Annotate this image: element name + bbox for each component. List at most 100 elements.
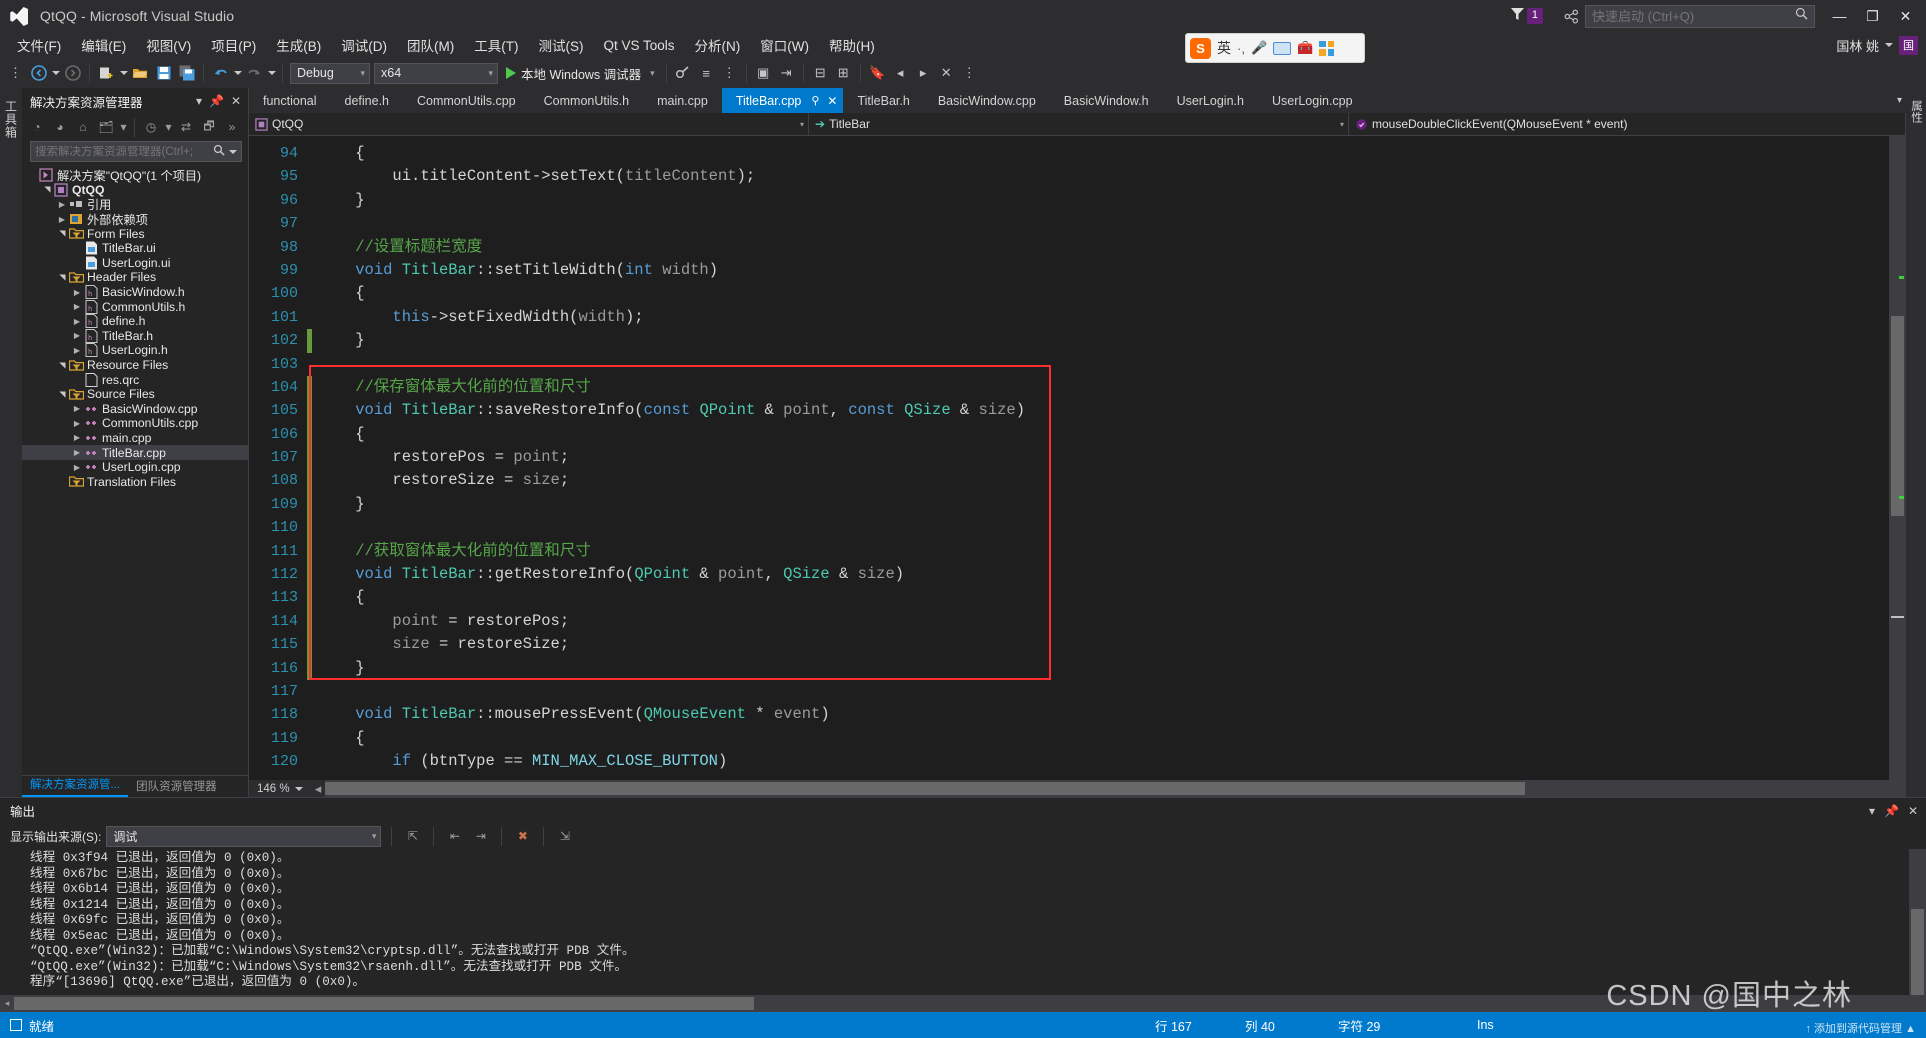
tree-item-define-h[interactable]: ▶ h define.h bbox=[22, 314, 248, 329]
attach-process-icon[interactable] bbox=[672, 62, 695, 85]
code-line[interactable]: restoreSize = size; bbox=[312, 469, 1889, 492]
code-line[interactable]: } bbox=[312, 657, 1889, 680]
solution-tree[interactable]: 解决方案"QtQQ"(1 个项目) ◢ QtQQ ▶ 引用 ▶ 外部依赖项 ◢ Form Fil… bbox=[22, 166, 248, 775]
chevron-collapsed-icon[interactable]: ▶ bbox=[71, 331, 83, 340]
code-line[interactable]: { bbox=[312, 727, 1889, 750]
menu-item-analyze[interactable]: 分析(N) bbox=[685, 32, 751, 58]
close-icon[interactable]: ✕ bbox=[1908, 804, 1918, 818]
tree-item-titlebar-h[interactable]: ▶ h TitleBar.h bbox=[22, 328, 248, 344]
tree-item-titlebar-ui[interactable]: TitleBar.ui bbox=[22, 241, 248, 256]
navbar-type-combo[interactable]: ➔ TitleBar ▾ bbox=[809, 113, 1349, 135]
editor-zoom-level[interactable]: 146 % bbox=[249, 783, 311, 795]
tree-item-translation-files[interactable]: Translation Files bbox=[22, 474, 248, 489]
keyboard-icon[interactable] bbox=[1273, 41, 1292, 55]
tree-item-titlebar-cpp[interactable]: ▶ TitleBar.cpp bbox=[22, 445, 248, 460]
hscroll-thumb[interactable] bbox=[325, 782, 1525, 795]
solution-configuration-combo[interactable]: Debug ▾ bbox=[290, 62, 370, 84]
editor-tab-titlebar-h[interactable]: TitleBar.h bbox=[843, 88, 923, 113]
output-horizontal-scrollbar[interactable]: ◂ bbox=[0, 995, 1926, 1012]
navbar-scope-combo[interactable]: QtQQ ▾ bbox=[249, 113, 809, 135]
ime-toolbar[interactable]: S 英 ·, 🎤 🧰 bbox=[1185, 33, 1365, 63]
pin-icon[interactable]: 📌 bbox=[1884, 804, 1899, 818]
share-icon[interactable] bbox=[1557, 3, 1585, 29]
close-icon[interactable]: ✕ bbox=[827, 94, 837, 108]
code-line[interactable]: − void TitleBar::setTitleWidth(int width… bbox=[312, 259, 1889, 282]
chevron-down-icon[interactable] bbox=[229, 149, 237, 154]
output-body[interactable]: 线程 0x3f94 已退出，返回值为 0 (0x0)。 线程 0x67bc 已退… bbox=[0, 849, 1926, 995]
restore-button[interactable]: ❐ bbox=[1856, 1, 1889, 31]
ime-punctuation-icon[interactable]: ·, bbox=[1237, 41, 1245, 56]
account-area[interactable]: 国林 姚 国 bbox=[1836, 35, 1926, 55]
chevron-down-icon[interactable]: ▾ bbox=[372, 831, 377, 842]
find-message-icon[interactable]: ⇱ bbox=[402, 826, 423, 847]
tree-item-[interactable]: ▶ 外部依赖项 bbox=[22, 212, 248, 227]
code-line[interactable]: − void TitleBar::mousePressEvent(QMouseE… bbox=[312, 703, 1889, 726]
mic-icon[interactable]: 🎤 bbox=[1251, 40, 1267, 56]
properties-icon[interactable]: 🗗 bbox=[199, 117, 219, 137]
code-line[interactable]: //获取窗体最大化前的位置和尺寸 bbox=[312, 540, 1889, 563]
code-line[interactable]: point = restorePos; bbox=[312, 610, 1889, 633]
tree-item-resource-files[interactable]: ◢ Resource Files bbox=[22, 358, 248, 373]
menu-item-view[interactable]: 视图(V) bbox=[136, 32, 201, 58]
tree-item-form-files[interactable]: ◢ Form Files bbox=[22, 226, 248, 241]
chevron-down-icon[interactable] bbox=[1885, 43, 1893, 47]
minimize-button[interactable]: — bbox=[1823, 1, 1856, 31]
tab-solution-explorer[interactable]: 解决方案资源管... bbox=[22, 773, 129, 797]
editor-tab-main-cpp[interactable]: main.cpp bbox=[643, 88, 722, 113]
tree-item-qtqq-1[interactable]: 解决方案"QtQQ"(1 个项目) bbox=[22, 168, 248, 183]
menu-item-help[interactable]: 帮助(H) bbox=[819, 32, 885, 58]
tree-item-res-qrc[interactable]: res.qrc bbox=[22, 372, 248, 387]
menu-item-file[interactable]: 文件(F) bbox=[7, 32, 71, 58]
navigate-back-icon[interactable] bbox=[27, 62, 50, 85]
scroll-left-icon[interactable]: ◂ bbox=[0, 996, 14, 1011]
chevron-collapsed-icon[interactable]: ▶ bbox=[71, 463, 83, 472]
tree-item-userlogin-h[interactable]: ▶ h UserLogin.h bbox=[22, 343, 248, 358]
code-line[interactable]: { bbox=[312, 586, 1889, 609]
code-line[interactable]: − void TitleBar::getRestoreInfo(QPoint &… bbox=[312, 563, 1889, 586]
output-vertical-scrollbar[interactable] bbox=[1909, 849, 1926, 995]
code-line[interactable]: − if (btnType == MIN_MAX_CLOSE_BUTTON) bbox=[312, 750, 1889, 773]
chevron-collapsed-icon[interactable]: ▶ bbox=[71, 433, 83, 442]
chevron-down-icon[interactable]: ▾ bbox=[119, 117, 128, 137]
chevron-expanded-icon[interactable]: ◢ bbox=[58, 228, 67, 240]
search-icon[interactable] bbox=[213, 143, 225, 161]
output-scroll-thumb[interactable] bbox=[1911, 909, 1924, 995]
start-debugging-button[interactable]: 本地 Windows 调试器 ▾ bbox=[500, 62, 661, 85]
tree-item-source-files[interactable]: ◢ Source Files bbox=[22, 387, 248, 402]
undo-dropdown-icon[interactable] bbox=[232, 62, 243, 84]
overflow-icon[interactable]: » bbox=[222, 117, 242, 137]
properties-tab[interactable]: 属性 bbox=[1906, 94, 1926, 129]
toolbox-icon[interactable]: 🧰 bbox=[1297, 40, 1313, 56]
quick-launch-input[interactable] bbox=[1592, 8, 1795, 24]
indent-icon[interactable]: ⇥ bbox=[775, 62, 798, 85]
status-source-control[interactable]: ↑ 添加到源代码管理 ▲ bbox=[1806, 1020, 1917, 1036]
code-line[interactable]: ui.titleContent->setText(titleContent); bbox=[312, 165, 1889, 188]
output-hscroll-thumb[interactable] bbox=[14, 997, 754, 1010]
clear-all-icon[interactable]: ✖ bbox=[512, 826, 533, 847]
save-all-icon[interactable] bbox=[175, 62, 198, 85]
chevron-expanded-icon[interactable]: ◢ bbox=[58, 388, 67, 400]
code-viewport[interactable]: 94 95 96 97 98 99 100 101 102 103 104 105 106 107 108 1… bbox=[249, 136, 1889, 780]
code-line[interactable]: { bbox=[312, 423, 1889, 446]
chevron-collapsed-icon[interactable]: ▶ bbox=[71, 404, 83, 413]
code-line[interactable] bbox=[312, 353, 1889, 376]
chevron-collapsed-icon[interactable]: ▶ bbox=[71, 288, 83, 297]
apps-icon[interactable] bbox=[1319, 40, 1335, 56]
folder-view-icon[interactable]: 🗂 bbox=[96, 117, 116, 137]
menu-item-window[interactable]: 窗口(W) bbox=[750, 32, 819, 58]
chevron-collapsed-icon[interactable]: ▶ bbox=[56, 200, 68, 209]
menu-item-debug[interactable]: 调试(D) bbox=[331, 32, 397, 58]
chevron-down-icon[interactable]: ▾ bbox=[196, 94, 202, 108]
code-line[interactable]: restorePos = point; bbox=[312, 446, 1889, 469]
search-input[interactable] bbox=[35, 145, 213, 158]
tree-item-commonutils-cpp[interactable]: ▶ CommonUtils.cpp bbox=[22, 416, 248, 431]
editor-tab-functional[interactable]: functional bbox=[249, 88, 331, 113]
scrollbar-thumb[interactable] bbox=[1891, 316, 1904, 516]
close-icon[interactable]: ✕ bbox=[231, 94, 241, 108]
chevron-down-icon[interactable]: ▾ bbox=[1869, 804, 1875, 818]
save-icon[interactable] bbox=[152, 62, 175, 85]
new-project-icon[interactable] bbox=[95, 62, 118, 85]
code-line[interactable]: { bbox=[312, 142, 1889, 165]
chevron-expanded-icon[interactable]: ◢ bbox=[43, 184, 52, 196]
code-line[interactable]: this->setFixedWidth(width); bbox=[312, 306, 1889, 329]
